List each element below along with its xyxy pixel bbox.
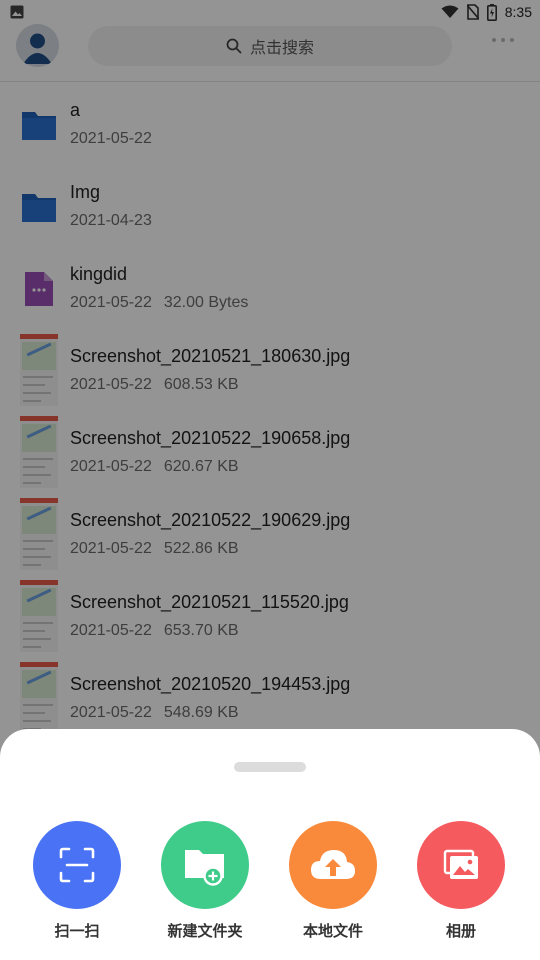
- scan-label: 扫一扫: [54, 922, 100, 940]
- scan-icon: [59, 847, 95, 883]
- album-label: 相册: [445, 922, 476, 940]
- new-folder-button[interactable]: 新建文件夹: [145, 821, 265, 941]
- scan-button[interactable]: 扫一扫: [17, 821, 137, 941]
- bottom-sheet: 扫一扫 新建文件夹 本地文件 相册: [0, 729, 540, 960]
- sheet-drag-handle[interactable]: [234, 762, 306, 772]
- new-folder-icon: [185, 850, 224, 886]
- album-icon: [443, 849, 478, 879]
- scan-circle: [33, 821, 121, 909]
- new-folder-circle: [161, 821, 249, 909]
- album-circle: [417, 821, 505, 909]
- local-file-button[interactable]: 本地文件: [273, 821, 393, 941]
- upload-cloud-icon: [311, 850, 355, 879]
- new-folder-label: 新建文件夹: [167, 922, 243, 940]
- album-button[interactable]: 相册: [401, 821, 521, 941]
- local-file-circle: [289, 821, 377, 909]
- local-file-label: 本地文件: [302, 922, 363, 940]
